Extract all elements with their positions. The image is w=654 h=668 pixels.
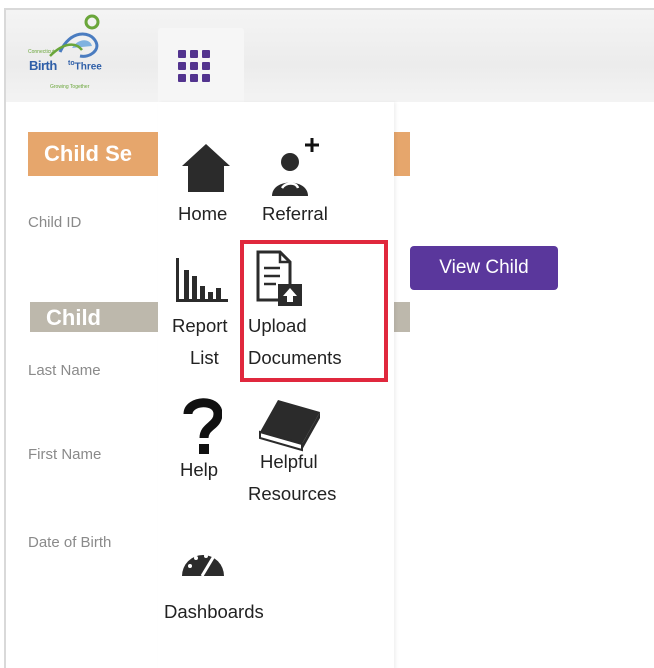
- menu-label-referral: Referral: [262, 203, 328, 224]
- logo-word-three: toThree: [68, 60, 102, 73]
- menu-item-referral[interactable]: Referral: [254, 132, 344, 228]
- apps-dropdown-menu: Home Referral Report List Upload Documen…: [158, 102, 394, 668]
- home-icon: [182, 144, 230, 192]
- menu-label-help: Help: [180, 459, 219, 480]
- logo-prefix: Connecticut: [28, 49, 55, 55]
- date-of-birth-label: Date of Birth: [28, 534, 112, 551]
- menu-item-report-list[interactable]: Report List: [158, 248, 242, 378]
- apps-grid-icon: [178, 50, 210, 82]
- apps-grid-button[interactable]: [158, 28, 244, 102]
- logo-word-birth: Birth: [29, 58, 57, 73]
- app-window: Connecticut Birth toThree Growing Togeth…: [4, 8, 654, 668]
- menu-item-help[interactable]: Help: [158, 392, 248, 502]
- bar-chart-icon: [176, 258, 228, 302]
- birth-to-three-logo[interactable]: Connecticut Birth toThree Growing Togeth…: [20, 12, 116, 96]
- question-icon: [183, 398, 222, 454]
- menu-item-dashboards[interactable]: Dashboards: [158, 532, 298, 632]
- menu-item-home[interactable]: Home: [158, 132, 254, 228]
- view-child-button[interactable]: View Child: [410, 246, 558, 290]
- child-id-label: Child ID: [28, 214, 82, 231]
- menu-label-dashboards: Dashboards: [164, 601, 264, 622]
- child-search-title: Child Se: [44, 141, 133, 166]
- menu-label-helpful: Helpful: [260, 451, 318, 472]
- upload-documents-highlight: [240, 240, 388, 382]
- dashboard-gauge-icon: [182, 554, 224, 577]
- top-bar: Connecticut Birth toThree Growing Togeth…: [6, 10, 654, 102]
- menu-label-list: List: [190, 347, 219, 368]
- menu-label-report: Report: [172, 315, 228, 336]
- logo-tagline: Growing Together: [50, 84, 90, 90]
- menu-item-helpful-resources[interactable]: Helpful Resources: [246, 392, 366, 522]
- menu-label-home: Home: [178, 203, 228, 224]
- child-section-title: Child: [46, 305, 101, 330]
- menu-label-resources: Resources: [248, 483, 337, 504]
- last-name-label: Last Name: [28, 362, 101, 379]
- add-referral-icon: [272, 138, 319, 196]
- first-name-label: First Name: [28, 446, 102, 463]
